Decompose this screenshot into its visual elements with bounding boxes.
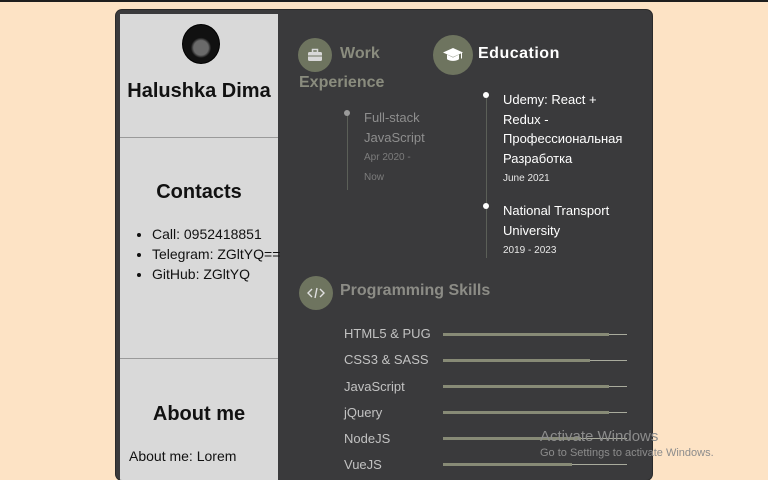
timeline-dot	[344, 110, 350, 116]
main-content: Work Experience Full-stack JavaScript Ap…	[278, 10, 652, 480]
code-icon	[299, 276, 333, 310]
divider	[120, 358, 278, 359]
education-heading: Education	[478, 45, 560, 62]
skill-bar-fill	[443, 359, 591, 362]
skill-bar	[443, 385, 627, 388]
education-entry-line: National Transport	[503, 203, 610, 218]
education-entry-date: June 2021	[503, 173, 550, 184]
top-border	[0, 0, 768, 2]
contacts-list: Call: 0952418851 Telegram: ZGltYQ== GitH…	[134, 224, 296, 284]
skill-name: VueJS	[344, 457, 382, 472]
skill-name: NodeJS	[344, 431, 391, 446]
skill-bar-fill	[443, 385, 609, 388]
timeline-dot	[483, 92, 489, 98]
contacts-heading: Contacts	[156, 181, 242, 203]
education-entry-line: Udemy: React +	[503, 92, 597, 107]
skill-name: HTML5 & PUG	[344, 326, 431, 341]
contact-telegram: Telegram: ZGltYQ==	[152, 244, 296, 264]
avatar	[182, 24, 220, 64]
work-heading-line2: Experience	[299, 74, 385, 91]
education-entry-line: Разработка	[503, 151, 573, 166]
activate-windows-title: Activate Windows	[540, 428, 659, 445]
divider	[120, 137, 278, 138]
skill-bar-fill	[443, 463, 572, 466]
contact-phone: Call: 0952418851	[152, 224, 296, 244]
skill-name: JavaScript	[344, 379, 405, 394]
graduation-cap-icon	[433, 35, 473, 75]
skill-name: CSS3 & SASS	[344, 352, 429, 367]
work-heading-line1: Work	[340, 45, 380, 62]
timeline-dot	[483, 203, 489, 209]
about-heading: About me	[152, 403, 246, 425]
skill-bar-fill	[443, 333, 609, 336]
resume-card: Halushka Dima Contacts Call: 0952418851 …	[116, 10, 652, 480]
contact-github: GitHub: ZGltYQ	[152, 264, 296, 284]
skill-bar	[443, 333, 627, 336]
work-entry-title-line2: JavaScript	[364, 130, 425, 145]
sidebar: Halushka Dima Contacts Call: 0952418851 …	[120, 14, 280, 480]
skills-heading: Programming Skills	[340, 282, 491, 299]
work-entry-title-line1: Full-stack	[364, 110, 420, 125]
education-entry-date: 2019 - 2023	[503, 245, 557, 256]
about-text: About me: Lorem	[129, 448, 237, 464]
skill-bar	[443, 411, 627, 414]
education-entry-line: Redux -	[503, 112, 549, 127]
education-entry-line: University	[503, 223, 561, 238]
education-timeline	[486, 98, 487, 258]
activate-windows-subtitle: Go to Settings to activate Windows.	[540, 447, 714, 459]
profile-name: Halushka Dima	[127, 80, 271, 102]
briefcase-icon	[298, 38, 332, 72]
work-timeline	[347, 114, 348, 190]
skill-name: jQuery	[344, 405, 383, 420]
skill-bar	[443, 463, 627, 466]
work-entry-date-line2: Now	[364, 172, 385, 183]
skill-bar	[443, 359, 627, 362]
education-entry-line: Профессиональная	[503, 131, 623, 146]
skill-bar-fill	[443, 411, 609, 414]
work-entry-date-line1: Apr 2020 -	[364, 152, 411, 163]
